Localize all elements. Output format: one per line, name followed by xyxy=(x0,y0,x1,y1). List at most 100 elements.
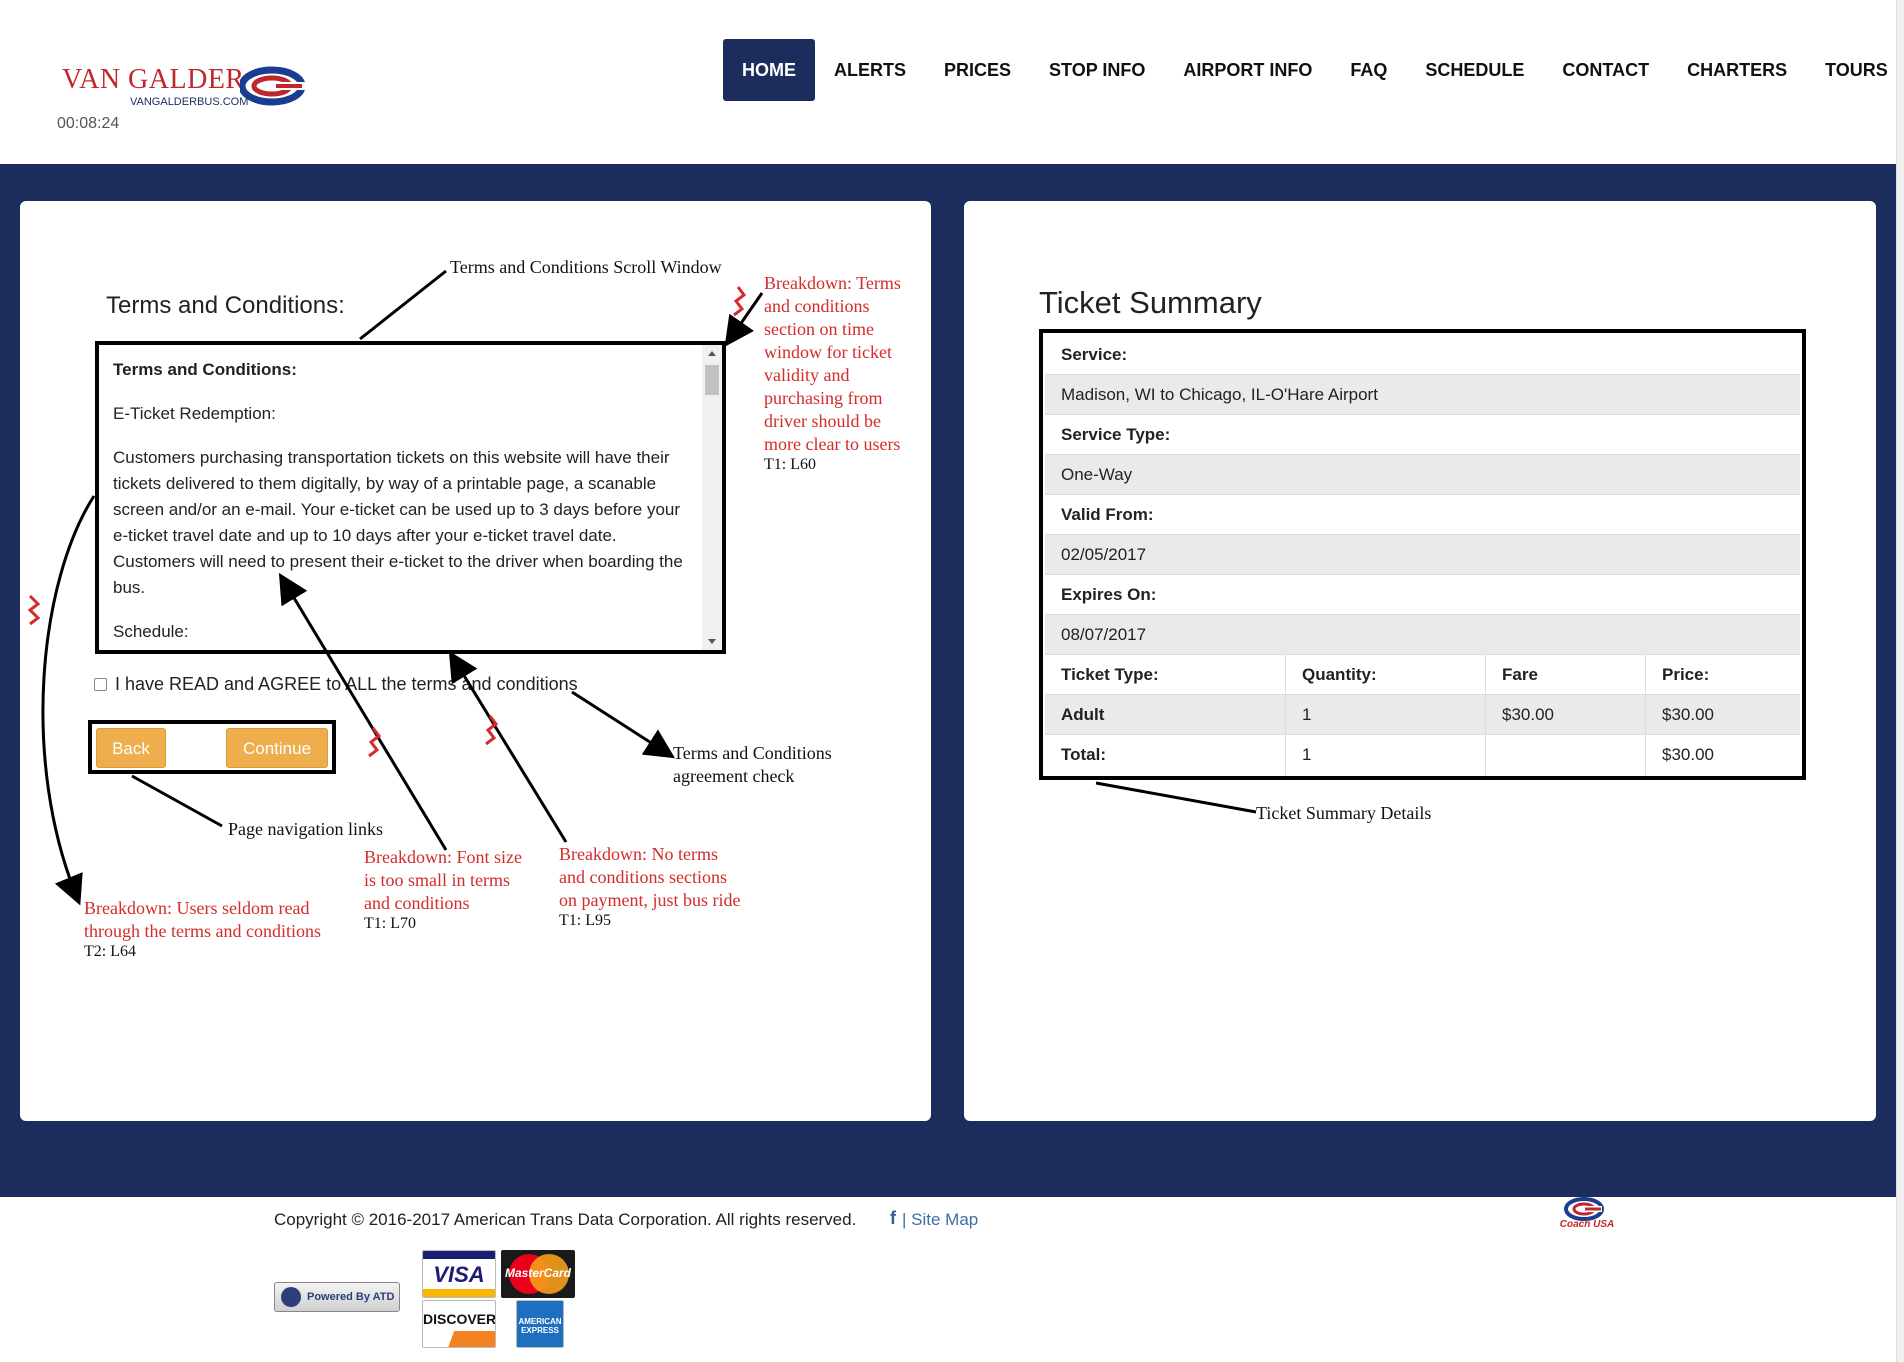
annotation-line: window for ticket xyxy=(764,342,892,362)
agree-label[interactable]: I have READ and AGREE to ALL the terms a… xyxy=(115,674,578,695)
logo-url: VANGALDERBUS.COM xyxy=(130,96,249,108)
table-row: One-Way xyxy=(1045,455,1800,495)
visa-card-icon: VISA xyxy=(422,1250,496,1298)
card-label: AMERICAN EXPRESS xyxy=(518,1317,562,1335)
col-quantity: Quantity: xyxy=(1302,665,1377,684)
amex-card-icon: AMERICAN EXPRESS xyxy=(516,1300,564,1348)
card-stripe xyxy=(423,1251,495,1259)
back-button[interactable]: Back xyxy=(96,728,166,768)
nav-contact[interactable]: CONTACT xyxy=(1543,39,1668,101)
facebook-icon[interactable]: f xyxy=(890,1208,896,1229)
annotation-line: purchasing from xyxy=(764,388,883,408)
total-label-cell: Total: xyxy=(1061,745,1107,764)
card-stripe xyxy=(423,1289,495,1297)
col-price: Price: xyxy=(1662,665,1710,684)
continue-button[interactable]: Continue xyxy=(226,728,328,768)
fare-cell: $30.00 xyxy=(1502,705,1554,724)
annotation-page-nav: Page navigation links xyxy=(228,819,383,839)
nav-faq[interactable]: FAQ xyxy=(1331,39,1406,101)
table-row: Service: xyxy=(1045,335,1800,375)
annotation-line: driver should be xyxy=(764,411,881,431)
discover-card-icon: DISCOVER xyxy=(422,1300,496,1348)
scroll-up-icon[interactable] xyxy=(708,351,716,356)
terms-scroll-window[interactable]: Terms and Conditions: E-Ticket Redemptio… xyxy=(95,341,726,654)
terms-scrollbar[interactable] xyxy=(702,345,722,650)
nav-stop-info[interactable]: STOP INFO xyxy=(1030,39,1164,101)
coach-usa-logo: Coach USA xyxy=(1554,1197,1620,1233)
nav-prices[interactable]: PRICES xyxy=(925,39,1030,101)
annotation-line: Breakdown: No terms xyxy=(559,844,718,864)
coach-usa-icon xyxy=(1564,1197,1604,1221)
table-row: Valid From: xyxy=(1045,495,1800,535)
annotation-ref: T2: L64 xyxy=(84,943,136,960)
terms-heading: Terms and Conditions: xyxy=(106,292,345,319)
main-nav: HOME ALERTS PRICES STOP INFO AIRPORT INF… xyxy=(723,39,1904,101)
terms-section-schedule: Schedule: xyxy=(113,622,189,641)
table-row: Madison, WI to Chicago, IL-O'Hare Airpor… xyxy=(1045,375,1800,415)
annotation-ref: T1: L60 xyxy=(764,456,816,473)
card-label: MasterCard xyxy=(504,1266,572,1280)
annotation-breakdown-time: Breakdown: Terms and conditions section … xyxy=(764,272,901,474)
table-row: 08/07/2017 xyxy=(1045,615,1800,655)
logo-text: VAN GALDER xyxy=(62,64,245,95)
nav-schedule[interactable]: SCHEDULE xyxy=(1406,39,1543,101)
site-header: VAN GALDER VANGALDERBUS.COM 00:08:24 HOM… xyxy=(0,0,1904,164)
nav-alerts[interactable]: ALERTS xyxy=(815,39,925,101)
ticket-type-cell: Adult xyxy=(1061,705,1105,724)
service-value: Madison, WI to Chicago, IL-O'Hare Airpor… xyxy=(1061,385,1378,404)
site-map-link[interactable]: | Site Map xyxy=(902,1210,978,1230)
price-cell: $30.00 xyxy=(1662,705,1714,724)
agree-row: I have READ and AGREE to ALL the terms a… xyxy=(94,674,578,695)
annotation-breakdown-read: Breakdown: Users seldom read through the… xyxy=(84,897,321,961)
table-row: Expires On: xyxy=(1045,575,1800,615)
annotation-line: through the terms and conditions xyxy=(84,921,321,941)
card-stripe xyxy=(423,1331,495,1347)
session-timer: 00:08:24 xyxy=(57,115,120,132)
scroll-down-icon[interactable] xyxy=(708,639,716,644)
agree-checkbox[interactable] xyxy=(94,678,107,691)
total-fare-cell xyxy=(1486,735,1502,775)
annotation-breakdown-font: Breakdown: Font size is too small in ter… xyxy=(364,846,522,933)
col-ticket-type: Ticket Type: xyxy=(1061,665,1159,684)
table-header-row: Ticket Type: Quantity: Fare Price: xyxy=(1045,655,1800,695)
quantity-cell: 1 xyxy=(1302,705,1312,724)
service-type-label: Service Type: xyxy=(1061,425,1171,444)
annotation-line: validity and xyxy=(764,365,850,385)
annotation-breakdown-payment: Breakdown: No terms and conditions secti… xyxy=(559,843,740,930)
scroll-thumb[interactable] xyxy=(705,365,719,395)
service-type-value: One-Way xyxy=(1061,465,1133,484)
annotation-ref: T1: L70 xyxy=(364,915,416,932)
annotation-line: and conditions sections xyxy=(559,867,727,887)
total-price-cell: $30.00 xyxy=(1662,745,1714,764)
expires-value: 08/07/2017 xyxy=(1061,625,1147,644)
expires-label: Expires On: xyxy=(1061,585,1157,604)
terms-body: Customers purchasing transportation tick… xyxy=(113,448,683,597)
nav-tours[interactable]: TOURS xyxy=(1806,39,1904,101)
card-label: DISCOVER xyxy=(423,1311,496,1327)
nav-charters[interactable]: CHARTERS xyxy=(1668,39,1806,101)
table-row: Total: 1 $30.00 xyxy=(1045,735,1800,775)
service-label: Service: xyxy=(1061,345,1128,364)
van-galder-logo[interactable]: VAN GALDER VANGALDERBUS.COM xyxy=(62,62,312,112)
annotation-line: on payment, just bus ride xyxy=(559,890,741,910)
terms-section-eticket: E-Ticket Redemption: xyxy=(113,404,276,423)
annotation-line: Breakdown: Font size xyxy=(364,847,522,867)
annotation-agreement-check: Terms and Conditions agreement check xyxy=(673,742,832,788)
annotation-ref: T1: L95 xyxy=(559,912,611,929)
table-row: Service Type: xyxy=(1045,415,1800,455)
annotation-line: section on time xyxy=(764,319,874,339)
powered-by-atd-badge[interactable]: Powered By ATD xyxy=(274,1282,400,1312)
col-fare: Fare xyxy=(1502,665,1538,684)
footer-copyright: Copyright © 2016-2017 American Trans Dat… xyxy=(274,1210,857,1229)
table-row: Adult 1 $30.00 $30.00 xyxy=(1045,695,1800,735)
page-scrollbar[interactable] xyxy=(1896,0,1904,1362)
nav-airport-info[interactable]: AIRPORT INFO xyxy=(1164,39,1331,101)
annotation-line: agreement check xyxy=(673,766,795,786)
atd-seal-icon xyxy=(281,1287,301,1307)
annotation-line: Breakdown: Terms xyxy=(764,273,901,293)
annotation-line: Breakdown: Users seldom read xyxy=(84,898,310,918)
annotation-line: is too small in terms xyxy=(364,870,510,890)
annotation-ticket-details: Ticket Summary Details xyxy=(1256,803,1432,823)
terms-box-title: Terms and Conditions: xyxy=(113,360,297,379)
nav-home[interactable]: HOME xyxy=(723,39,815,101)
